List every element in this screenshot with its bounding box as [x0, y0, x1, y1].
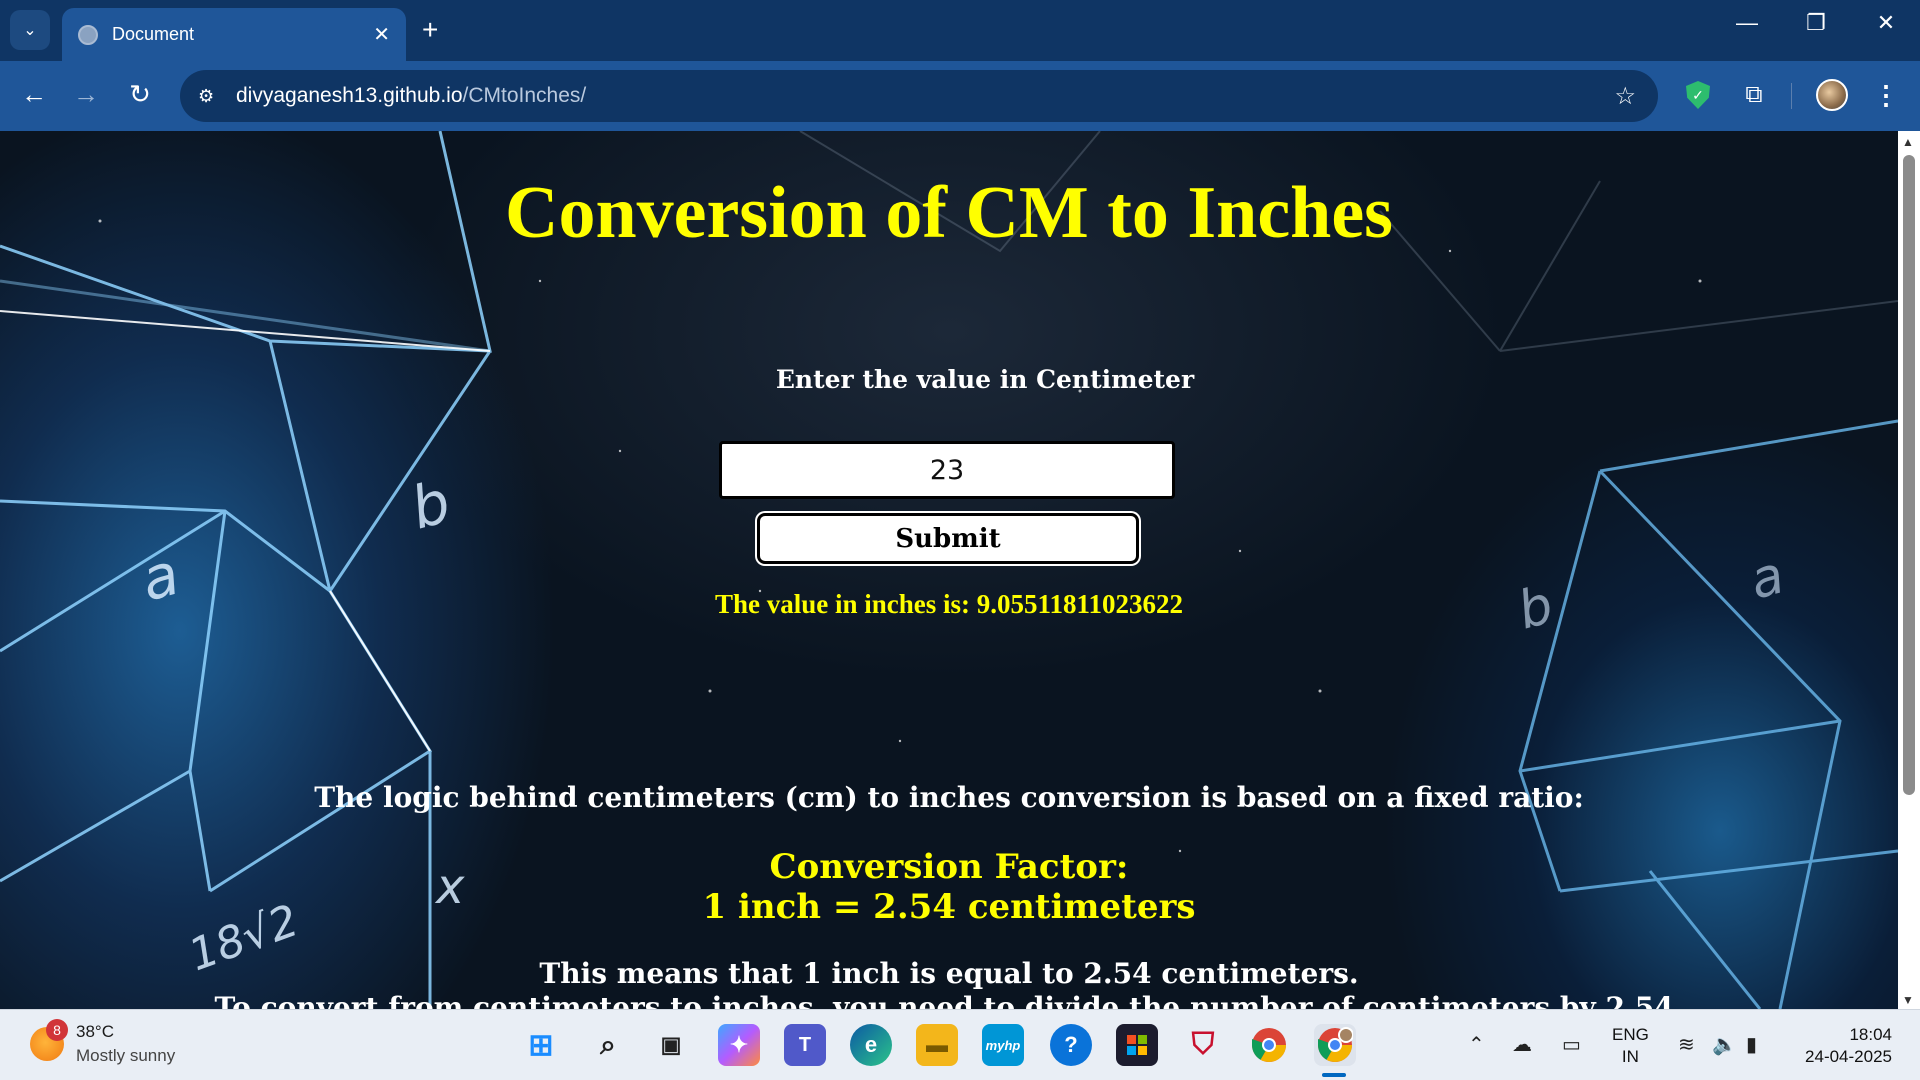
- temperature: 38°C: [76, 1022, 114, 1041]
- tab-title: Document: [112, 24, 195, 44]
- scroll-up-icon[interactable]: ▲: [1902, 135, 1914, 149]
- logic-text: The logic behind centimeters (cm) to inc…: [314, 781, 1584, 814]
- to-convert-text: To convert from centimeters to inches, y…: [214, 991, 1684, 1009]
- vertical-scrollbar[interactable]: ▲ ▼: [1898, 131, 1920, 1009]
- svg-text:b: b: [404, 467, 457, 542]
- url-text[interactable]: divyaganesh13.github.io/CMtoInches/: [236, 84, 586, 108]
- tab-bar: ⌄ Document ✕ + — ❐ ✕: [0, 0, 1920, 61]
- toolbar-separator: [1791, 83, 1792, 109]
- tab-document[interactable]: Document ✕: [62, 8, 406, 61]
- profile-button[interactable]: [1816, 79, 1848, 111]
- language-indicator[interactable]: ENG IN: [1612, 1024, 1649, 1068]
- address-bar[interactable]: ⚙ divyaganesh13.github.io/CMtoInches/ ☆: [180, 70, 1658, 122]
- url-path: /CMtoInches/: [462, 84, 587, 107]
- means-text: This means that 1 inch is equal to 2.54 …: [539, 957, 1359, 990]
- onedrive-icon[interactable]: ☁: [1512, 1032, 1532, 1057]
- edge-icon[interactable]: e: [850, 1024, 892, 1066]
- site-settings-icon[interactable]: ⚙: [198, 86, 220, 107]
- shield-check-icon: ✓: [1686, 81, 1710, 109]
- close-tab-icon[interactable]: ✕: [373, 22, 390, 47]
- submit-button[interactable]: Submit: [757, 513, 1139, 564]
- search-icon[interactable]: ⌕: [587, 1024, 629, 1066]
- bookmark-star-icon[interactable]: ☆: [1614, 82, 1636, 111]
- url-host: divyaganesh13.github.io: [236, 84, 463, 107]
- new-tab-button[interactable]: +: [422, 14, 438, 46]
- myhp-icon[interactable]: myhp: [982, 1024, 1024, 1066]
- volume-icon[interactable]: 🔈: [1712, 1032, 1737, 1057]
- globe-icon: [78, 24, 98, 45]
- minimize-button[interactable]: —: [1727, 10, 1767, 36]
- weather-condition: Mostly sunny: [76, 1046, 176, 1065]
- centimeter-input[interactable]: [719, 441, 1175, 499]
- mcafee-icon[interactable]: ⛉: [1182, 1024, 1224, 1066]
- windows-start-icon[interactable]: ⊞: [520, 1024, 562, 1066]
- scrollbar-thumb[interactable]: [1903, 155, 1915, 795]
- back-icon[interactable]: ←: [16, 79, 52, 110]
- taskbar: 8 38°C Mostly sunny ⊞ ⌕ ▣ ✦ T e ▬ myhp ?…: [0, 1009, 1920, 1080]
- forward-icon[interactable]: →: [68, 79, 104, 110]
- clock-date: 24-04-2025: [1805, 1047, 1892, 1066]
- kebab-menu-icon: ⋮: [1873, 79, 1899, 110]
- active-app-indicator: [1322, 1073, 1346, 1077]
- system-clock[interactable]: 18:04 24-04-2025: [1796, 1024, 1892, 1068]
- factor-value: 1 inch = 2.54 centimeters: [702, 887, 1196, 927]
- teams-icon[interactable]: T: [784, 1024, 826, 1066]
- chrome-profile-icon[interactable]: [1314, 1024, 1356, 1066]
- region-code: IN: [1621, 1047, 1639, 1066]
- puzzle-icon: ⧉: [1745, 81, 1763, 108]
- chrome-icon[interactable]: [1248, 1024, 1290, 1066]
- clock-time: 18:04: [1849, 1025, 1892, 1044]
- help-icon[interactable]: ?: [1050, 1024, 1092, 1066]
- reload-icon[interactable]: ↻: [122, 79, 158, 110]
- avatar: [1816, 79, 1848, 111]
- file-explorer-icon[interactable]: ▬: [916, 1024, 958, 1066]
- lang-code: ENG: [1612, 1025, 1649, 1044]
- copilot-icon[interactable]: ✦: [718, 1024, 760, 1066]
- extension-shield[interactable]: ✓: [1682, 79, 1714, 111]
- store-icon[interactable]: [1116, 1024, 1158, 1066]
- display-icon[interactable]: ▭: [1562, 1032, 1581, 1057]
- scroll-down-icon[interactable]: ▼: [1902, 993, 1914, 1007]
- extensions-button[interactable]: ⧉: [1738, 79, 1770, 111]
- page-title: Conversion of CM to Inches: [505, 172, 1393, 254]
- conversion-factor: Conversion Factor: 1 inch = 2.54 centime…: [0, 847, 1898, 927]
- wifi-icon[interactable]: ≋: [1678, 1032, 1695, 1057]
- sun-icon: 8: [30, 1019, 68, 1061]
- page-viewport: b a x 18√2 b a Conversion of CM to Inche…: [0, 131, 1898, 1009]
- battery-icon[interactable]: ▮: [1746, 1032, 1757, 1057]
- notification-badge: 8: [46, 1019, 68, 1041]
- chevron-down-icon: ⌄: [23, 22, 37, 39]
- close-window-button[interactable]: ✕: [1866, 10, 1906, 36]
- show-hidden-icons-chevron[interactable]: ⌃: [1468, 1032, 1485, 1057]
- factor-title: Conversion Factor:: [769, 847, 1129, 887]
- tab-search-button[interactable]: ⌄: [10, 10, 50, 50]
- browser-menu-button[interactable]: ⋮: [1870, 79, 1902, 111]
- task-view-icon[interactable]: ▣: [650, 1024, 692, 1066]
- weather-widget[interactable]: 8 38°C Mostly sunny: [30, 1019, 176, 1068]
- input-prompt-label: Enter the value in Centimeter: [775, 365, 1195, 394]
- navigation-bar: ← → ↻ ⚙ divyaganesh13.github.io/CMtoInch…: [0, 61, 1920, 131]
- result-text: The value in inches is: 9.05511811023622: [714, 589, 1184, 619]
- restore-button[interactable]: ❐: [1796, 10, 1836, 36]
